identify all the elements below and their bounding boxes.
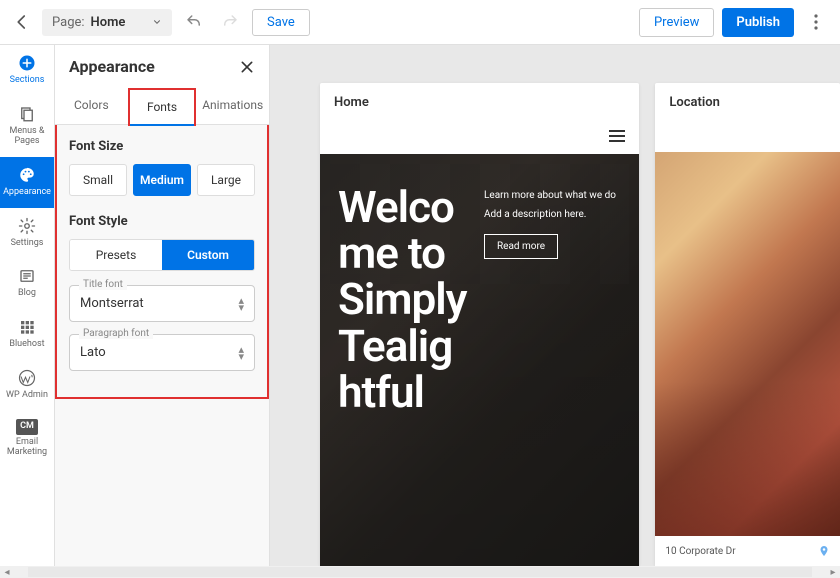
card-title: Location	[655, 83, 840, 122]
font-style-presets[interactable]: Presets	[70, 240, 162, 270]
title-font-select[interactable]: Montserrat ▴▾	[69, 285, 255, 322]
left-nav: Sections Menus & Pages Appearance Settin…	[0, 45, 55, 566]
font-style-custom[interactable]: Custom	[162, 240, 254, 270]
close-icon[interactable]	[239, 59, 255, 75]
hero-title: Welcome to Simply Tealightful	[338, 184, 468, 415]
title-font-label: Title font	[79, 279, 127, 290]
sidebar-item-label: Email Marketing	[2, 438, 52, 458]
sidebar-item-label: Bluehost	[9, 340, 44, 350]
tab-colors[interactable]: Colors	[55, 88, 128, 124]
sidebar-item-menus[interactable]: Menus & Pages	[0, 96, 54, 157]
font-size-small[interactable]: Small	[69, 164, 127, 196]
font-size-segment: Small Medium Large	[69, 164, 255, 196]
topbar: Page: Home Save Preview Publish	[0, 0, 840, 45]
sidebar-item-wpadmin[interactable]: WP Admin	[0, 360, 54, 411]
tab-animations[interactable]: Animations	[196, 88, 269, 124]
font-style-heading: Font Style	[69, 214, 255, 229]
font-size-large[interactable]: Large	[197, 164, 255, 196]
title-font-field: Title font Montserrat ▴▾	[69, 285, 255, 322]
save-button[interactable]: Save	[252, 9, 310, 36]
sidebar-item-bluehost[interactable]: Bluehost	[0, 309, 54, 360]
main: Sections Menus & Pages Appearance Settin…	[0, 45, 840, 566]
preview-button[interactable]: Preview	[639, 8, 714, 37]
wordpress-icon	[17, 368, 37, 388]
read-more-button[interactable]: Read more	[484, 234, 558, 259]
preview-canvas: Home Welcome to Simply Tealightful Learn…	[270, 45, 840, 566]
preview-card-location[interactable]: Location 10 Corporate Dr	[655, 83, 840, 566]
card-title: Home	[320, 83, 639, 122]
preview-card-home[interactable]: Home Welcome to Simply Tealightful Learn…	[320, 83, 639, 566]
sidebar-item-label: Appearance	[3, 188, 51, 198]
hero-description: Add a description here.	[484, 209, 621, 220]
sidebar-item-label: WP Admin	[6, 391, 48, 401]
font-size-heading: Font Size	[69, 139, 255, 154]
title-font-value: Montserrat	[80, 296, 144, 311]
scroll-right-icon[interactable]: ▸	[826, 567, 840, 578]
gear-icon	[17, 216, 37, 236]
chevron-down-icon	[152, 17, 162, 27]
paragraph-font-label: Paragraph font	[79, 328, 153, 339]
sidebar-item-settings[interactable]: Settings	[0, 208, 54, 259]
map-pin-icon[interactable]	[818, 544, 830, 558]
more-menu-button[interactable]	[802, 8, 830, 36]
pages-icon	[17, 104, 37, 124]
scroll-left-icon[interactable]: ◂	[0, 567, 14, 578]
address-text: 10 Corporate Dr	[665, 546, 735, 557]
sidebar-item-sections[interactable]: Sections	[0, 45, 54, 96]
panel-header: Appearance	[55, 45, 269, 88]
panel-title: Appearance	[69, 57, 155, 76]
panel-tabs: Colors Fonts Animations	[55, 88, 269, 125]
redo-button[interactable]	[216, 8, 244, 36]
page-selector-label: Page:	[52, 15, 85, 30]
sidebar-item-label: Sections	[10, 76, 45, 86]
palette-icon	[17, 165, 37, 185]
font-size-medium[interactable]: Medium	[133, 164, 191, 196]
card-nav	[320, 122, 639, 154]
location-image	[655, 152, 840, 536]
sidebar-item-email[interactable]: CM Email Marketing	[0, 411, 54, 468]
font-style-segment: Presets Custom	[69, 239, 255, 271]
horizontal-scrollbar[interactable]: ◂ ▸	[0, 566, 840, 578]
blog-icon	[17, 266, 37, 286]
grid-icon	[17, 317, 37, 337]
sidebar-item-label: Menus & Pages	[2, 127, 52, 147]
page-selector[interactable]: Page: Home	[42, 9, 172, 36]
tab-fonts[interactable]: Fonts	[130, 90, 195, 126]
paragraph-font-field: Paragraph font Lato ▴▾	[69, 334, 255, 371]
stepper-icon: ▴▾	[238, 297, 244, 311]
hero-subtitle: Learn more about what we do	[484, 190, 621, 201]
plus-circle-icon	[17, 53, 37, 73]
hero-section: Welcome to Simply Tealightful Learn more…	[320, 154, 639, 566]
fonts-panel-body: Font Size Small Medium Large Font Style …	[55, 125, 269, 399]
back-button[interactable]	[10, 10, 34, 34]
sidebar-item-label: Settings	[11, 239, 44, 249]
page-selector-value: Home	[91, 15, 126, 30]
sidebar-item-appearance[interactable]: Appearance	[0, 157, 54, 208]
scroll-track[interactable]	[28, 567, 812, 577]
hamburger-icon[interactable]	[609, 130, 625, 142]
paragraph-font-select[interactable]: Lato ▴▾	[69, 334, 255, 371]
publish-button[interactable]: Publish	[722, 8, 794, 37]
location-address-row: 10 Corporate Dr	[655, 536, 840, 566]
cm-badge-icon: CM	[16, 419, 38, 435]
stepper-icon: ▴▾	[238, 346, 244, 360]
sidebar-item-label: Blog	[18, 289, 36, 299]
sidebar-item-blog[interactable]: Blog	[0, 258, 54, 309]
paragraph-font-value: Lato	[80, 345, 106, 360]
appearance-panel: Appearance Colors Fonts Animations Font …	[55, 45, 270, 566]
undo-button[interactable]	[180, 8, 208, 36]
